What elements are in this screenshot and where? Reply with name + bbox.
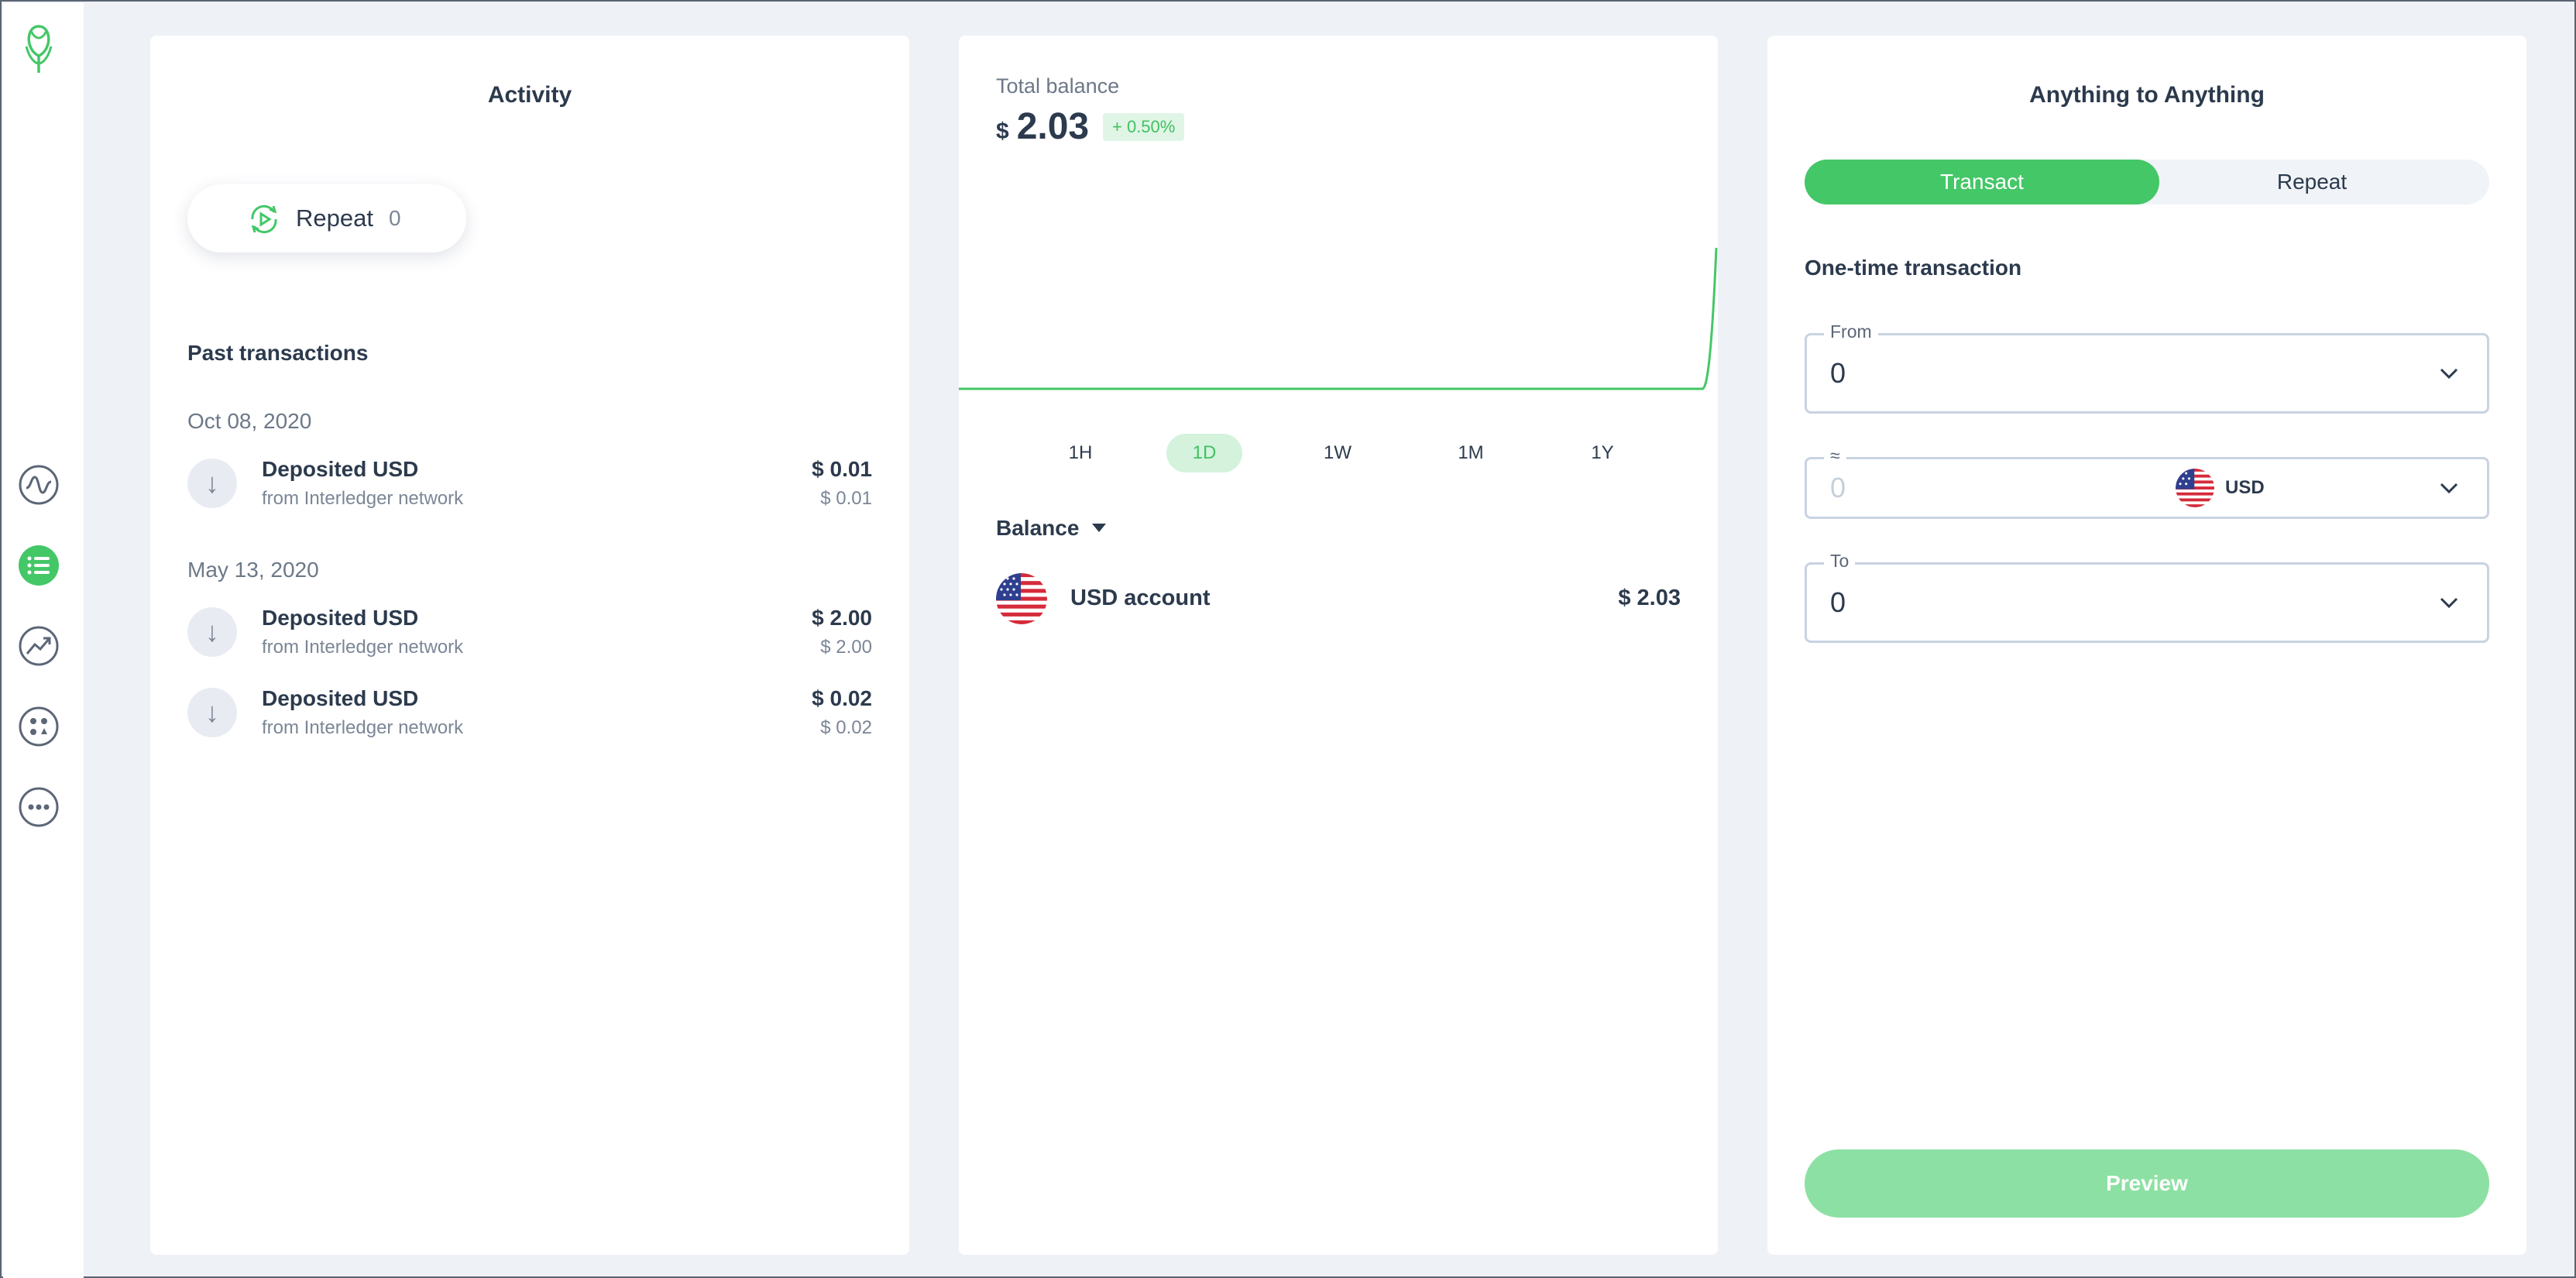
transaction-title: Deposited USD — [262, 606, 419, 630]
activity-title: Activity — [487, 82, 572, 108]
transaction-row[interactable]: ↓ Deposited USD from Interledger network… — [187, 603, 872, 665]
chevron-down-icon — [2440, 597, 2458, 609]
us-flag-icon — [2176, 469, 2214, 507]
from-field[interactable]: From 0 — [1805, 321, 2489, 414]
caret-down-icon — [1092, 524, 1106, 532]
from-value: 0 — [1830, 357, 1846, 389]
balance-change-badge: + 0.50% — [1103, 113, 1185, 141]
us-flag-icon — [996, 573, 1047, 624]
tab-repeat[interactable]: Repeat — [2135, 160, 2489, 204]
transaction-subtitle: from Interledger network — [262, 637, 464, 658]
transaction-amount: $ 0.02 — [812, 686, 872, 710]
one-time-heading: One-time transaction — [1805, 256, 2022, 280]
activity-panel: Activity Repeat 0 Past transactions Oct … — [150, 36, 909, 1255]
transaction-amount: $ 0.01 — [812, 457, 872, 481]
transaction-subtitle: from Interledger network — [262, 488, 464, 509]
approx-label: ≈ — [1824, 445, 1846, 466]
range-1w[interactable]: 1W — [1300, 434, 1376, 472]
past-transactions-heading: Past transactions — [187, 341, 369, 365]
balance-amount: 2.03 — [1016, 106, 1090, 147]
balance-chart[interactable] — [959, 237, 1718, 400]
apps-grid-icon[interactable] — [17, 705, 60, 748]
balance-series-line — [959, 247, 1718, 390]
balance-dropdown[interactable]: Balance — [996, 516, 1079, 541]
balance-panel: Total balance $ 2.03 + 0.50% 1H 1D 1W 1M… — [959, 36, 1718, 1255]
repeat-icon — [251, 204, 277, 234]
transaction-amount: $ 2.00 — [812, 606, 872, 630]
more-icon[interactable] — [17, 785, 60, 829]
range-1d[interactable]: 1D — [1166, 434, 1242, 472]
arrow-down-icon: ↓ — [187, 459, 237, 508]
arrow-down-icon: ↓ — [187, 607, 237, 657]
to-label: To — [1824, 551, 1856, 572]
date-heading: Oct 08, 2020 — [187, 409, 312, 433]
transaction-row[interactable]: ↓ Deposited USD from Interledger network… — [187, 683, 872, 745]
currency-symbol: $ — [996, 119, 1009, 144]
range-1h[interactable]: 1H — [1042, 434, 1118, 472]
transaction-amount-sub: $ 0.02 — [820, 717, 872, 738]
transaction-title: Deposited USD — [262, 686, 419, 710]
repeat-count: 0 — [388, 206, 401, 230]
markets-trend-icon[interactable] — [17, 624, 60, 668]
activity-pulse-icon[interactable] — [17, 463, 60, 507]
transaction-row[interactable]: ↓ Deposited USD from Interledger network… — [187, 454, 872, 516]
to-field[interactable]: To 0 — [1805, 551, 2489, 643]
transaction-title: Deposited USD — [262, 457, 419, 481]
range-1y[interactable]: 1Y — [1564, 434, 1640, 472]
account-row[interactable]: USD account $ 2.03 — [996, 573, 1681, 626]
total-balance-value: $ 2.03 — [996, 105, 1089, 148]
repeat-label: Repeat — [296, 204, 373, 232]
preview-button[interactable]: Preview — [1805, 1149, 2489, 1218]
arrow-down-icon: ↓ — [187, 688, 237, 737]
repeat-button[interactable]: Repeat 0 — [187, 184, 466, 253]
to-value: 0 — [1830, 586, 1846, 618]
chevron-down-icon — [2440, 368, 2458, 380]
currency-select[interactable]: USD — [2176, 469, 2265, 507]
transfer-tabs: Repeat Transact — [1805, 160, 2489, 204]
transactions-list-icon[interactable] — [17, 544, 60, 587]
range-1m[interactable]: 1M — [1433, 434, 1509, 472]
amount-input[interactable]: 0 — [1830, 472, 1846, 504]
account-name: USD account — [1070, 586, 1211, 610]
transaction-amount-sub: $ 2.00 — [820, 637, 872, 658]
app-window: Activity Repeat 0 Past transactions Oct … — [0, 0, 2576, 1278]
amount-field[interactable]: ≈ 0 USD — [1805, 445, 2489, 519]
uphold-logo-icon[interactable] — [19, 20, 59, 76]
account-value: $ 2.03 — [1618, 586, 1681, 610]
total-balance-label: Total balance — [996, 74, 1120, 98]
currency-label: USD — [2225, 477, 2265, 498]
chevron-down-icon — [2440, 483, 2458, 494]
range-selector: 1H 1D 1W 1M 1Y — [959, 434, 1718, 472]
tab-transact[interactable]: Transact — [1805, 160, 2159, 204]
date-heading: May 13, 2020 — [187, 558, 319, 582]
transfer-title: Anything to Anything — [2029, 82, 2265, 108]
transfer-panel: Anything to Anything Repeat Transact One… — [1767, 36, 2526, 1255]
sidebar — [3, 3, 84, 1278]
transaction-amount-sub: $ 0.01 — [820, 488, 872, 509]
transaction-subtitle: from Interledger network — [262, 717, 464, 738]
from-label: From — [1824, 321, 1878, 342]
